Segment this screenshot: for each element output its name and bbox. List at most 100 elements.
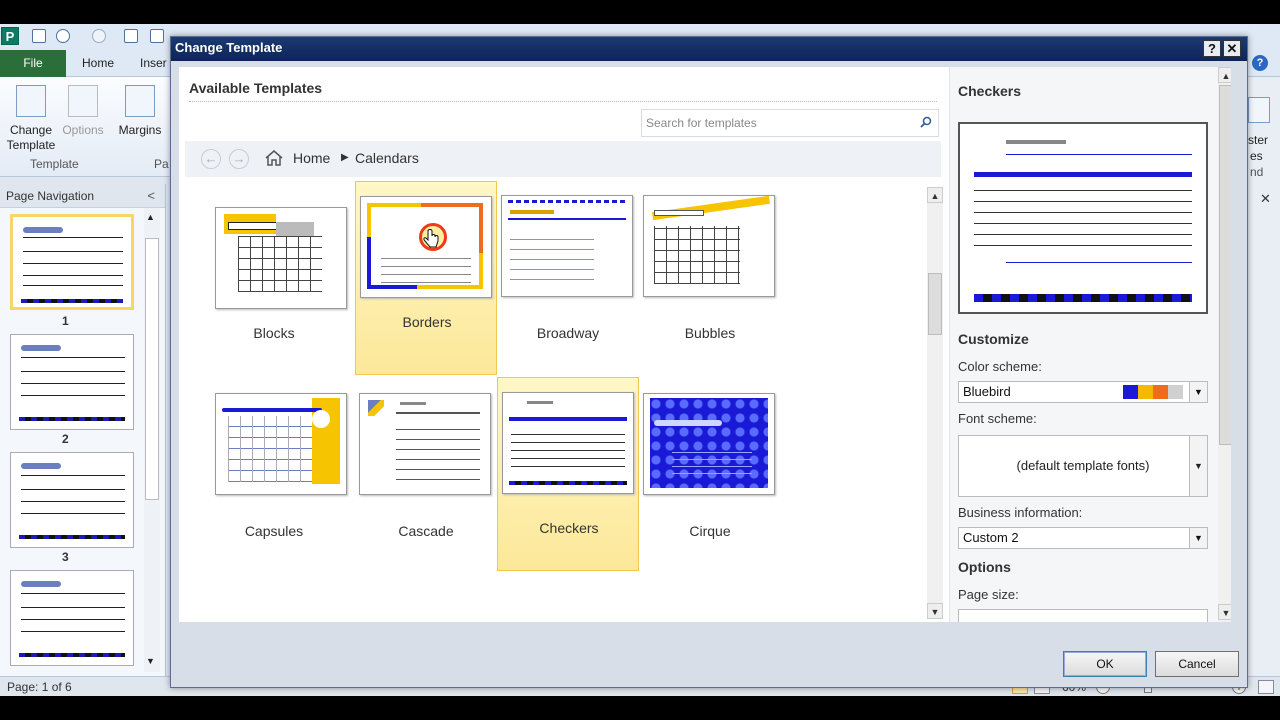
tab-insert[interactable]: Inser — [140, 50, 167, 77]
margins-label: Margins — [118, 123, 162, 137]
template-capsules[interactable]: Capsules — [203, 391, 347, 585]
page-number-1: 1 — [62, 314, 69, 328]
thumb-bubbles — [643, 195, 775, 297]
panel-scrollbar[interactable]: ▲ ▼ — [1218, 67, 1231, 622]
thumb-grid — [654, 226, 740, 284]
template-preview — [958, 122, 1208, 314]
thumb-lines — [510, 230, 594, 280]
scroll-up-icon[interactable]: ▲ — [927, 187, 943, 203]
close-pane-icon[interactable]: ✕ — [1260, 191, 1271, 207]
page-thumbnail-4[interactable] — [10, 570, 134, 666]
thumb-bar — [19, 535, 125, 539]
template-gallery: Blocks Borders Broadway Bubbles Capsules… — [179, 181, 925, 621]
thumb-line — [21, 395, 125, 396]
page-status: Page: 1 of 6 — [7, 680, 72, 694]
scroll-up-icon[interactable]: ▲ — [146, 212, 155, 222]
preview-title: Checkers — [958, 83, 1022, 99]
thumb-bar — [21, 299, 123, 303]
template-label: Checkers — [539, 520, 599, 536]
thumb-line — [21, 593, 125, 594]
publisher-app-icon: P — [1, 27, 19, 45]
business-info-select[interactable]: Custom 2 ▼ — [958, 527, 1208, 549]
thumb-grid — [238, 236, 322, 292]
thumb-cirque — [643, 393, 775, 495]
close-icon[interactable]: ✕ — [1223, 40, 1241, 57]
dropdown-arrow-icon[interactable]: ▼ — [1189, 528, 1207, 548]
master-label-partial: ster — [1248, 133, 1269, 147]
gallery-scrollbar[interactable]: ▲ ▼ — [927, 187, 943, 619]
fit-page-icon[interactable] — [1258, 680, 1274, 694]
nav-scroll-thumb[interactable] — [145, 238, 159, 500]
group-page-label: Pa — [154, 157, 169, 171]
help-icon[interactable]: ? — [1252, 55, 1268, 71]
undo-icon[interactable] — [56, 29, 70, 43]
template-blocks[interactable]: Blocks — [203, 193, 347, 387]
color-swatches — [1123, 385, 1183, 399]
redo-icon[interactable] — [92, 29, 106, 43]
scroll-up-icon[interactable]: ▲ — [1218, 67, 1231, 83]
page-navigation-title: Page Navigation — [6, 189, 95, 203]
page-size-select[interactable] — [958, 609, 1208, 622]
color-scheme-select[interactable]: Bluebird ▼ — [958, 381, 1208, 403]
nav-scrollbar[interactable]: ▲ ▼ — [144, 208, 160, 672]
pages-label-partial: es — [1250, 149, 1263, 163]
template-broadway[interactable]: Broadway — [497, 193, 639, 387]
template-cirque[interactable]: Cirque — [639, 391, 781, 585]
search-icon[interactable] — [920, 116, 932, 128]
dropdown-arrow-icon[interactable]: ▼ — [1189, 436, 1207, 496]
search-input[interactable]: Search for templates — [641, 109, 939, 137]
margins-button[interactable]: Margins — [116, 85, 164, 138]
breadcrumb-home[interactable]: Home — [293, 150, 330, 166]
options-label: Options — [62, 123, 104, 137]
thumb-line — [21, 607, 125, 608]
scroll-down-icon[interactable]: ▼ — [1218, 604, 1231, 620]
thumb-corner — [368, 400, 384, 416]
home-icon[interactable] — [265, 150, 283, 166]
forward-icon[interactable]: → — [229, 149, 249, 169]
tab-home[interactable]: Home — [82, 50, 114, 77]
page-number-2: 2 — [62, 432, 69, 446]
collapse-icon[interactable]: < — [147, 184, 155, 208]
thumb-lines — [381, 257, 471, 283]
thumb-line — [21, 513, 125, 514]
template-bubbles[interactable]: Bubbles — [639, 193, 781, 387]
thumb-borders — [360, 196, 492, 298]
group-label-partial: nd — [1250, 165, 1264, 179]
page-thumbnail-1[interactable] — [10, 214, 134, 310]
options-button[interactable]: Options — [60, 85, 106, 138]
page-thumbnail-3[interactable] — [10, 452, 134, 548]
thumb-title-bar — [21, 345, 61, 351]
panel-scroll-thumb[interactable] — [1219, 85, 1231, 445]
back-icon[interactable]: ← — [201, 149, 221, 169]
business-info-label: Business information: — [958, 505, 1083, 520]
ok-button[interactable]: OK — [1063, 651, 1147, 677]
print-preview-icon[interactable] — [124, 29, 138, 43]
thumb-bar — [509, 481, 627, 485]
scroll-down-icon[interactable]: ▼ — [927, 603, 943, 619]
scroll-down-icon[interactable]: ▼ — [146, 656, 155, 666]
breadcrumb-calendars[interactable]: Calendars — [355, 150, 419, 166]
template-checkers[interactable]: Checkers — [497, 377, 639, 571]
master-pages-icon — [1248, 97, 1270, 123]
thumb-band — [509, 417, 627, 421]
template-borders[interactable]: Borders — [355, 181, 497, 375]
template-cascade[interactable]: Cascade — [355, 391, 497, 585]
help-icon[interactable]: ? — [1203, 40, 1221, 57]
dropdown-arrow-icon[interactable]: ▼ — [1189, 382, 1207, 402]
thumb-title-bar — [510, 210, 554, 214]
preview-lines — [974, 186, 1192, 246]
page-thumbnail-2[interactable] — [10, 334, 134, 430]
save-icon[interactable] — [32, 29, 46, 43]
hand-cursor-icon — [423, 229, 439, 248]
template-label: Blocks — [253, 325, 295, 341]
thumb-line — [21, 619, 125, 620]
font-scheme-select[interactable]: (default template fonts) ▼ — [958, 435, 1208, 497]
publisher-window: P File Home Inser ? Change Template Opti… — [0, 24, 1280, 696]
gallery-scroll-thumb[interactable] — [928, 273, 942, 335]
spelling-icon[interactable] — [150, 29, 164, 43]
cancel-button[interactable]: Cancel — [1155, 651, 1239, 677]
page-size-label: Page size: — [958, 587, 1019, 602]
change-template-button[interactable]: Change Template — [6, 85, 56, 153]
tab-file[interactable]: File — [0, 50, 66, 77]
dialog-body: Available Templates Search for templates… — [179, 67, 1231, 622]
